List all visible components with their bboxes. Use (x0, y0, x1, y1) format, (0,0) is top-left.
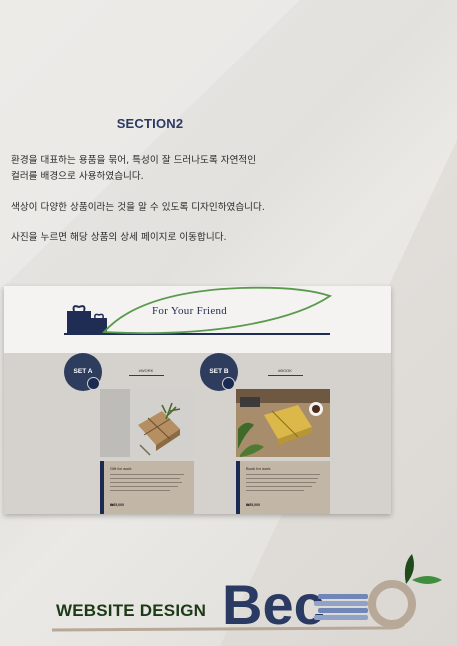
gift-photo-image (100, 389, 194, 457)
description-line-3: 색상이 다양한 상품이라는 것을 알 수 있도록 디자인하였습니다. (11, 202, 265, 213)
description-line-4: 사진을 누르면 해당 상품의 상세 페이지로 이동합니다. (11, 232, 227, 243)
text-line (110, 482, 182, 484)
set-b-price: ₩55,000 (246, 503, 261, 507)
logo-o-ring (368, 580, 416, 628)
description-line-2: 컬러를 배경으로 사용하였습니다. (11, 171, 144, 182)
set-b-photo[interactable] (236, 389, 330, 457)
text-line (246, 482, 316, 484)
set-b-tag-line (268, 375, 303, 376)
text-line (110, 486, 178, 488)
set-a-info-card: Gift for work ₩65,000 (100, 461, 194, 514)
book-photo-image (236, 389, 330, 457)
set-a-dot (87, 377, 100, 390)
text-line (246, 474, 320, 476)
leaf-icon (404, 554, 414, 584)
section-title: SECTION2 (116, 116, 184, 131)
set-a-tag: #WORK (138, 368, 154, 373)
set-a-info-bar (100, 461, 104, 514)
text-line (110, 490, 170, 492)
mockup-header-title: For Your Friend (152, 305, 228, 317)
set-b-info-bar (236, 461, 240, 514)
text-line (110, 474, 184, 476)
set-b-tag: #BOOK (278, 368, 292, 373)
set-b-dot (222, 377, 235, 390)
set-b-info-title: Book for work (246, 466, 271, 471)
beco-logo: Bec (51, 554, 442, 636)
mockup-header: For Your Friend (4, 286, 391, 353)
set-b-info-card: Book for work ₩55,000 (236, 461, 330, 514)
text-line (246, 490, 304, 492)
text-line (110, 478, 180, 480)
set-a-tag-line (129, 375, 164, 376)
set-a-price: ₩65,000 (110, 503, 125, 507)
logo-text: Bec (222, 573, 325, 636)
description-line-1: 환경을 대표하는 용품을 묶어, 특성이 잘 드러나도록 자연적인 (11, 155, 257, 166)
set-a-photo[interactable] (100, 389, 194, 457)
website-mockup: For Your Friend SET A #WORK Gift for wor… (4, 286, 391, 514)
text-line (246, 478, 318, 480)
text-line (246, 486, 312, 488)
set-a-info-title: Gift for work (110, 466, 132, 471)
leaf-icon-2 (412, 576, 442, 584)
